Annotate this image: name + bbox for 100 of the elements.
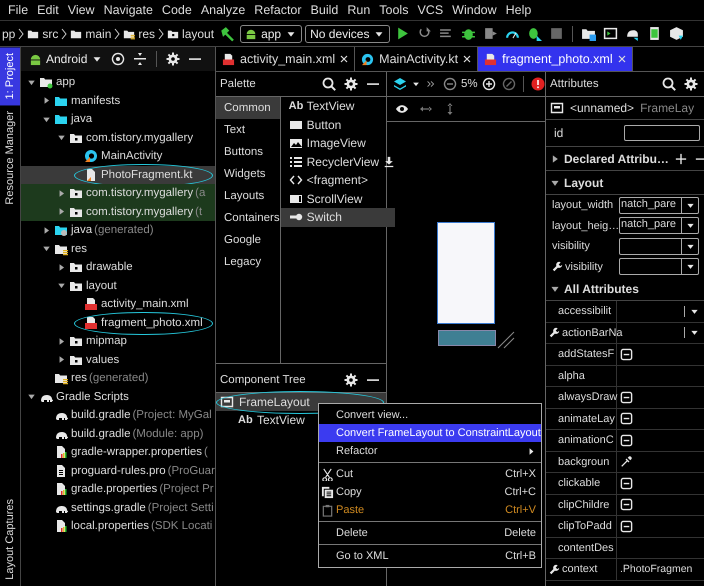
- tree-row[interactable]: settings.gradle (Project Setti: [21, 498, 215, 517]
- chevrons-icon[interactable]: [425, 78, 437, 90]
- side-tab[interactable]: 1: Project: [0, 47, 20, 106]
- section-header[interactable]: Declared Attribu…: [546, 147, 704, 171]
- hammer-icon[interactable]: [219, 26, 236, 42]
- settings-icon[interactable]: [344, 373, 358, 387]
- settings-icon[interactable]: [166, 52, 180, 66]
- tree-row[interactable]: java: [21, 110, 215, 128]
- tree-row[interactable]: res (generated): [21, 369, 215, 388]
- layers-icon[interactable]: [393, 77, 407, 91]
- minus-box-icon[interactable]: [620, 498, 633, 512]
- palette-category[interactable]: Layouts: [216, 185, 280, 207]
- side-tab[interactable]: Resource Manager: [0, 105, 20, 212]
- collapse-icon[interactable]: [133, 52, 148, 66]
- tree-row[interactable]: activity_main.xml: [21, 295, 215, 314]
- breadcrumb-item[interactable]: pp: [2, 26, 16, 40]
- palette-category[interactable]: Containers: [216, 207, 280, 229]
- attribute-dropdown[interactable]: [619, 238, 699, 255]
- tree-row[interactable]: res: [21, 240, 215, 258]
- attribute-dropdown[interactable]: [619, 258, 699, 276]
- menu-item[interactable]: View: [68, 3, 95, 17]
- tree-row[interactable]: gradle.properties (Project Pr: [21, 480, 215, 498]
- breadcrumb-item[interactable]: res: [138, 26, 156, 40]
- minus-box-icon[interactable]: [620, 476, 633, 490]
- tree-row[interactable]: app: [21, 73, 215, 92]
- palette-item[interactable]: Switch: [280, 208, 396, 226]
- palette-item[interactable]: RecyclerView: [280, 152, 396, 171]
- palette-item[interactable]: <fragment>: [280, 171, 396, 190]
- project-structure-icon[interactable]: [581, 26, 596, 41]
- tree-row[interactable]: local.properties (SDK Locati: [21, 517, 215, 536]
- menu-item[interactable]: Build: [310, 3, 338, 17]
- window-icon[interactable]: [603, 26, 618, 41]
- palette-category[interactable]: Buttons: [216, 141, 280, 163]
- palette-category[interactable]: Text: [216, 119, 280, 141]
- palette-category[interactable]: Common: [216, 97, 280, 119]
- resize-handle-icon[interactable]: [496, 330, 516, 350]
- tree-row[interactable]: gradle-wrapper.properties (: [21, 443, 215, 462]
- palette-item[interactable]: ScrollView: [280, 190, 396, 208]
- side-tab[interactable]: Layout Captures: [0, 493, 20, 586]
- minus-box-icon[interactable]: [620, 520, 633, 533]
- tree-row[interactable]: PhotoFragment.kt: [21, 166, 215, 184]
- menu-item[interactable]: Refactor: [254, 3, 302, 17]
- palette-category[interactable]: Google: [216, 229, 280, 251]
- tree-row[interactable]: mipmap: [21, 332, 215, 350]
- section-header[interactable]: All Attributes: [546, 277, 704, 301]
- tree-row[interactable]: drawable: [21, 258, 215, 276]
- device-dropdown[interactable]: No devices: [305, 24, 390, 42]
- tree-row[interactable]: build.gradle (Module: app): [21, 424, 215, 443]
- attribute-dropdown[interactable]: natch_pare: [619, 196, 699, 214]
- attribute-value[interactable]: .PhotoFragmen: [620, 563, 692, 576]
- tree-row[interactable]: values: [21, 350, 215, 369]
- run-config-dropdown[interactable]: app: [240, 24, 302, 42]
- menu-item[interactable]: Window: [452, 3, 497, 17]
- breadcrumb-item[interactable]: layout: [182, 26, 214, 40]
- menu-item[interactable]: Copy Ctrl+C: [319, 483, 541, 501]
- menu-item[interactable]: Help: [506, 3, 532, 17]
- settings-icon[interactable]: [344, 77, 358, 91]
- minus-box-icon[interactable]: [620, 412, 633, 426]
- search-icon[interactable]: [662, 77, 676, 91]
- palette-category[interactable]: Widgets: [216, 163, 280, 185]
- minus-box-icon[interactable]: [620, 390, 633, 404]
- menu-item[interactable]: Navigate: [104, 3, 153, 17]
- plus-icon[interactable]: [674, 152, 687, 164]
- attribute-dropdown[interactable]: natch_pare: [619, 217, 699, 234]
- menu-item[interactable]: File: [8, 3, 28, 17]
- debug-apply-icon[interactable]: [527, 26, 542, 41]
- palette-category[interactable]: Legacy: [216, 251, 280, 273]
- menu-item[interactable]: Edit: [37, 3, 59, 17]
- breadcrumb-item[interactable]: src: [42, 26, 58, 40]
- tree-row[interactable]: manifests: [21, 92, 215, 110]
- tree-row[interactable]: java (generated): [21, 221, 215, 240]
- close-icon[interactable]: [340, 55, 348, 63]
- error-icon[interactable]: [530, 77, 545, 91]
- stop-icon[interactable]: [549, 26, 564, 41]
- target-icon[interactable]: [111, 52, 126, 66]
- menu-item[interactable]: Refactor: [319, 442, 541, 460]
- editor-tab[interactable]: activity_main.xml: [216, 47, 356, 71]
- tree-row[interactable]: build.gradle (Project: MyGal: [21, 406, 215, 424]
- menu-item[interactable]: Delete Delete: [319, 524, 541, 542]
- tree-row[interactable]: fragment_photo.xml: [21, 314, 215, 332]
- section-header[interactable]: Layout: [546, 171, 704, 195]
- menu-item[interactable]: Cut Ctrl+X: [319, 465, 541, 483]
- zoom-in-icon[interactable]: [482, 77, 496, 91]
- attach-debugger-icon[interactable]: [483, 26, 498, 41]
- zoom-fit-icon[interactable]: [502, 77, 516, 91]
- minus-box-icon[interactable]: [620, 434, 633, 447]
- menu-item[interactable]: Run: [347, 3, 370, 17]
- breadcrumb-item[interactable]: main: [85, 26, 112, 40]
- menu-item[interactable]: Analyze: [200, 3, 246, 17]
- eyedropper-icon[interactable]: [620, 456, 632, 468]
- minus-box-icon[interactable]: [620, 348, 633, 361]
- menu-item[interactable]: Code: [162, 3, 192, 17]
- tree-row[interactable]: proguard-rules.pro (ProGuar: [21, 462, 215, 480]
- tree-row[interactable]: com.tistory.mygallery: [21, 128, 215, 147]
- tree-row[interactable]: layout: [21, 276, 215, 295]
- play-icon[interactable]: [395, 26, 410, 41]
- palette-item[interactable]: Button: [280, 116, 396, 134]
- design-preview[interactable]: [437, 222, 495, 324]
- search-icon[interactable]: [322, 77, 336, 91]
- menu-item[interactable]: Go to XML Ctrl+B: [319, 547, 541, 565]
